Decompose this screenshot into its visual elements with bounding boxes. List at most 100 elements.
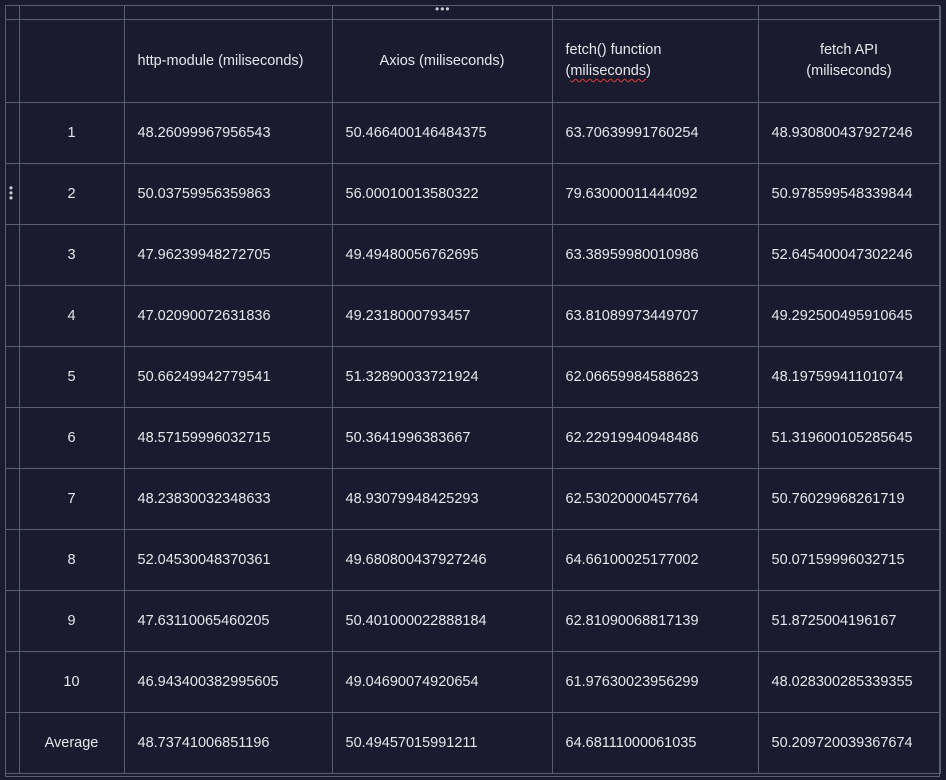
fetch-function-cell[interactable]: 63.81089973449707 bbox=[551, 285, 759, 347]
horizontal-ellipsis-icon[interactable]: ••• bbox=[435, 3, 451, 15]
fetch-function-cell[interactable]: 63.70639991760254 bbox=[551, 102, 759, 164]
column-handle[interactable] bbox=[551, 6, 759, 20]
fetch-api-cell[interactable]: 52.645400047302246 bbox=[757, 224, 941, 286]
http-module-cell[interactable]: 47.96239948272705 bbox=[123, 224, 333, 286]
axios-cell[interactable]: 49.680800437927246 bbox=[331, 529, 553, 591]
fetch-function-cell[interactable]: 63.38959980010986 bbox=[551, 224, 759, 286]
http-module-cell[interactable]: 50.66249942779541 bbox=[123, 346, 333, 408]
row-handle[interactable] bbox=[6, 19, 20, 103]
http-module-cell[interactable]: 48.23830032348633 bbox=[123, 468, 333, 530]
column-handle[interactable] bbox=[757, 6, 941, 20]
header-cell-http-module[interactable]: http-module (miliseconds) bbox=[123, 19, 333, 103]
row-label-cell[interactable]: 2 bbox=[18, 163, 125, 225]
fetch-function-cell[interactable]: 62.53020000457764 bbox=[551, 468, 759, 530]
table-container: http-module (miliseconds) Axios (milisec… bbox=[5, 5, 941, 777]
header-label: http-module (miliseconds) bbox=[137, 52, 304, 69]
benchmark-table: http-module (miliseconds) Axios (milisec… bbox=[6, 6, 941, 774]
axios-cell[interactable]: 48.93079948425293 bbox=[331, 468, 553, 530]
header-label: fetch() function bbox=[565, 42, 662, 58]
fetch-function-cell[interactable]: 62.81090068817139 bbox=[551, 590, 759, 652]
table-row: 8 52.04530048370361 49.680800437927246 64.6… bbox=[6, 529, 941, 591]
fetch-function-cell[interactable]: 79.63000011444092 bbox=[551, 163, 759, 225]
fetch-api-cell[interactable]: 48.930800437927246 bbox=[757, 102, 941, 164]
column-handle[interactable] bbox=[123, 6, 333, 20]
http-module-cell[interactable]: 50.03759956359863 bbox=[123, 163, 333, 225]
axios-cell[interactable]: 50.49457015991211 bbox=[331, 712, 553, 774]
header-row: http-module (miliseconds) Axios (milisec… bbox=[6, 19, 941, 103]
row-handle[interactable] bbox=[6, 102, 20, 164]
axios-cell[interactable]: 56.00010013580322 bbox=[331, 163, 553, 225]
axios-cell[interactable]: 49.04690074920654 bbox=[331, 651, 553, 713]
axios-cell[interactable]: 50.466400146484375 bbox=[331, 102, 553, 164]
table-row: 3 47.96239948272705 49.49480056762695 63.38… bbox=[6, 224, 941, 286]
header-label-paren-close: ) bbox=[646, 63, 651, 79]
http-module-cell[interactable]: 48.73741006851196 bbox=[123, 712, 333, 774]
http-module-cell[interactable]: 48.26099967956543 bbox=[123, 102, 333, 164]
row-label-cell[interactable]: 3 bbox=[18, 224, 125, 286]
header-cell-empty[interactable] bbox=[18, 19, 125, 103]
axios-cell[interactable]: 49.49480056762695 bbox=[331, 224, 553, 286]
header-cell-fetch-function[interactable]: fetch() function (miliseconds) bbox=[551, 19, 759, 103]
table-row: 5 50.66249942779541 51.32890033721924 62.06… bbox=[6, 346, 941, 408]
row-label-cell[interactable]: 9 bbox=[18, 590, 125, 652]
row-handle[interactable] bbox=[6, 346, 20, 408]
spellcheck-word[interactable]: miliseconds bbox=[570, 63, 646, 79]
http-module-cell[interactable]: 52.04530048370361 bbox=[123, 529, 333, 591]
fetch-function-cell[interactable]: 62.06659984588623 bbox=[551, 346, 759, 408]
header-label: (miliseconds) bbox=[806, 63, 892, 79]
http-module-cell[interactable]: 46.943400382995605 bbox=[123, 651, 333, 713]
row-handle[interactable] bbox=[6, 468, 20, 530]
row-label-cell[interactable]: Average bbox=[18, 712, 125, 774]
fetch-api-cell[interactable]: 50.209720039367674 bbox=[757, 712, 941, 774]
fetch-api-cell[interactable]: 51.319600105285645 bbox=[757, 407, 941, 469]
column-handle-row bbox=[6, 6, 941, 20]
table-row: 1 48.26099967956543 50.466400146484375 63.7… bbox=[6, 102, 941, 164]
row-label-cell[interactable]: 10 bbox=[18, 651, 125, 713]
row-handle[interactable] bbox=[6, 651, 20, 713]
table-editor: http-module (miliseconds) Axios (milisec… bbox=[0, 0, 946, 780]
header-cell-fetch-api[interactable]: fetch API (miliseconds) bbox=[757, 19, 941, 103]
table-row: 7 48.23830032348633 48.93079948425293 62.53… bbox=[6, 468, 941, 530]
row-label-cell[interactable]: 6 bbox=[18, 407, 125, 469]
http-module-cell[interactable]: 47.63110065460205 bbox=[123, 590, 333, 652]
fetch-function-cell[interactable]: 64.66100025177002 bbox=[551, 529, 759, 591]
fetch-function-cell[interactable]: 64.68111000061035 bbox=[551, 712, 759, 774]
axios-cell[interactable]: 51.32890033721924 bbox=[331, 346, 553, 408]
table-row: 9 47.63110065460205 50.401000022888184 62.8… bbox=[6, 590, 941, 652]
row-handle[interactable] bbox=[6, 407, 20, 469]
corner-cell bbox=[6, 6, 20, 20]
header-label: fetch API bbox=[819, 42, 879, 58]
row-handle[interactable] bbox=[6, 712, 20, 774]
row-handle[interactable] bbox=[6, 529, 20, 591]
vertical-ellipsis-icon[interactable]: • • • bbox=[8, 182, 14, 204]
fetch-api-cell[interactable]: 51.8725004196167 bbox=[757, 590, 941, 652]
row-label-cell[interactable]: 4 bbox=[18, 285, 125, 347]
table-row: 2 50.03759956359863 56.00010013580322 79.63… bbox=[6, 163, 941, 225]
fetch-api-cell[interactable]: 50.76029968261719 bbox=[757, 468, 941, 530]
column-handle[interactable] bbox=[18, 6, 125, 20]
row-label-cell[interactable]: 7 bbox=[18, 468, 125, 530]
axios-cell[interactable]: 49.2318000793457 bbox=[331, 285, 553, 347]
fetch-function-cell[interactable]: 62.22919940948486 bbox=[551, 407, 759, 469]
row-handle[interactable] bbox=[6, 285, 20, 347]
header-label: Axios (miliseconds) bbox=[379, 52, 505, 69]
http-module-cell[interactable]: 47.02090072631836 bbox=[123, 285, 333, 347]
fetch-api-cell[interactable]: 48.19759941101074 bbox=[757, 346, 941, 408]
row-label-cell[interactable]: 5 bbox=[18, 346, 125, 408]
fetch-function-cell[interactable]: 61.97630023956299 bbox=[551, 651, 759, 713]
row-label-cell[interactable]: 8 bbox=[18, 529, 125, 591]
table-row: Average 48.73741006851196 50.4945701599121… bbox=[6, 712, 941, 774]
fetch-api-cell[interactable]: 50.978599548339844 bbox=[757, 163, 941, 225]
table-row: 10 46.943400382995605 49.04690074920654 61.… bbox=[6, 651, 941, 713]
row-label-cell[interactable]: 1 bbox=[18, 102, 125, 164]
row-handle[interactable] bbox=[6, 224, 20, 286]
axios-cell[interactable]: 50.3641996383667 bbox=[331, 407, 553, 469]
row-handle[interactable] bbox=[6, 590, 20, 652]
fetch-api-cell[interactable]: 50.07159996032715 bbox=[757, 529, 941, 591]
header-cell-axios[interactable]: Axios (miliseconds) bbox=[331, 19, 553, 103]
http-module-cell[interactable]: 48.57159996032715 bbox=[123, 407, 333, 469]
axios-cell[interactable]: 50.401000022888184 bbox=[331, 590, 553, 652]
table-row: 4 47.02090072631836 49.2318000793457 63.810… bbox=[6, 285, 941, 347]
fetch-api-cell[interactable]: 48.028300285339355 bbox=[757, 651, 941, 713]
fetch-api-cell[interactable]: 49.292500495910645 bbox=[757, 285, 941, 347]
